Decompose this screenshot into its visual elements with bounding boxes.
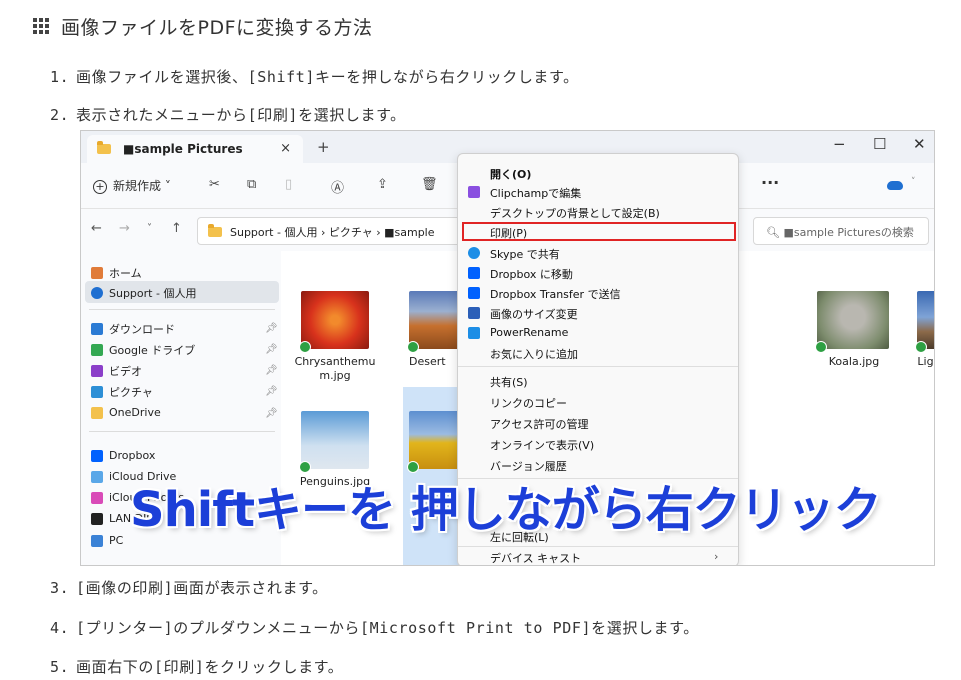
sidebar-item-pictures[interactable]: ピクチャ <box>91 384 153 400</box>
menu-item-cast[interactable]: デバイス キャスト <box>490 550 581 565</box>
menu-item-resize[interactable]: 画像のサイズ変更 <box>490 306 578 322</box>
section-heading-text: 画像ファイルをPDFに変換する方法 <box>61 16 373 39</box>
folder-icon <box>97 141 111 154</box>
cut-icon[interactable]: ✂ <box>209 177 220 192</box>
new-tab-button[interactable]: + <box>317 138 330 156</box>
more-options-button[interactable]: ··· <box>761 173 779 192</box>
pin-icon: 📌︎ <box>265 344 278 355</box>
forward-icon[interactable]: → <box>119 221 130 236</box>
minimize-button[interactable]: − <box>833 135 846 153</box>
menu-item-open[interactable]: 開く(O) <box>490 166 531 182</box>
sidebar-item-dropbox[interactable]: Dropbox <box>91 449 155 462</box>
menu-item-copy-link[interactable]: リンクのコピー <box>490 395 567 411</box>
menu-item-set-background[interactable]: デスクトップの背景として設定(B) <box>490 205 660 221</box>
powerrename-icon <box>468 327 480 339</box>
file-thumbnail <box>817 291 889 349</box>
file-thumbnail <box>301 291 369 349</box>
pin-icon: 📌︎ <box>265 323 278 334</box>
grid-icon <box>33 17 50 35</box>
dropbox-icon <box>468 267 480 279</box>
pin-icon: 📌︎ <box>265 386 278 397</box>
close-button[interactable]: ✕ <box>913 135 926 153</box>
folder-icon <box>208 224 222 237</box>
sidebar-item-downloads[interactable]: ダウンロード <box>91 321 175 337</box>
delete-icon[interactable]: 🗑 <box>421 177 438 192</box>
menu-item-print[interactable]: 印刷(P) <box>490 225 527 241</box>
tab-sample-pictures[interactable]: ■sample Pictures × <box>87 135 303 163</box>
file-thumbnail <box>409 291 461 349</box>
sidebar-item-home[interactable]: ホーム <box>91 265 142 281</box>
sync-status-icon <box>815 341 827 353</box>
share-icon[interactable]: ⇪ <box>377 177 388 192</box>
search-input[interactable]: 🔍︎ ■sample Picturesの検索 <box>753 217 929 245</box>
tab-close-button[interactable]: × <box>280 141 291 156</box>
step-1: 1. 画像ファイルを選択後、[Shift]キーを押しながら右クリックします。 <box>50 68 579 86</box>
dropbox-icon <box>468 287 480 299</box>
menu-item-dropbox-transfer[interactable]: Dropbox Transfer で送信 <box>490 286 621 302</box>
sidebar-item-google-drive[interactable]: Google ドライブ <box>91 342 195 358</box>
menu-item-dropbox-move[interactable]: Dropbox に移動 <box>490 266 573 282</box>
onedrive-cloud-icon[interactable] <box>887 181 903 190</box>
copy-icon[interactable]: ⧉ <box>247 177 256 192</box>
paste-icon[interactable]: ▯ <box>285 177 292 192</box>
file-thumbnail <box>301 411 369 469</box>
maximize-button[interactable]: ☐ <box>873 135 886 153</box>
back-icon[interactable]: ← <box>91 221 102 236</box>
resize-icon <box>468 307 480 319</box>
menu-item-clipchamp[interactable]: Clipchampで編集 <box>490 185 581 201</box>
pin-icon: 📌︎ <box>265 408 278 419</box>
menu-item-favorite[interactable]: お気に入りに追加 <box>490 346 578 362</box>
sidebar-item-pc[interactable]: PC <box>91 534 123 547</box>
step-5: 5. 画面右下の[印刷]をクリックします。 <box>50 658 344 676</box>
menu-item-powerrename[interactable]: PowerRename <box>490 326 568 339</box>
skype-icon <box>468 247 480 259</box>
file-thumbnail <box>409 411 461 469</box>
step-4: 4. [プリンター]のプルダウンメニューから[Microsoft Print to… <box>50 619 699 637</box>
chevron-right-icon: › <box>714 550 719 563</box>
rename-icon[interactable]: Ⓐ <box>331 177 344 196</box>
menu-item-view-online[interactable]: オンラインで表示(V) <box>490 437 594 453</box>
sync-status-icon <box>407 341 419 353</box>
sidebar-item-onedrive[interactable]: OneDrive <box>91 406 161 419</box>
menu-item-manage-access[interactable]: アクセス許可の管理 <box>490 416 588 432</box>
address-bar[interactable]: Support - 個人用 › ピクチャ › ■sample <box>197 217 472 245</box>
sync-status-icon <box>299 341 311 353</box>
menu-item-skype[interactable]: Skype で共有 <box>490 246 560 262</box>
new-button[interactable]: + 新規作成 ˅ <box>93 177 171 194</box>
step-3: 3. [画像の印刷]画面が表示されます。 <box>50 579 328 597</box>
recent-chevron-icon[interactable]: ˅ <box>147 223 152 234</box>
step-2: 2. 表示されたメニューから[印刷]を選択します。 <box>50 106 406 124</box>
sidebar-item-videos[interactable]: ビデオ <box>91 363 142 379</box>
chevron-down-icon[interactable]: ˅ <box>911 177 916 187</box>
menu-item-share[interactable]: 共有(S) <box>490 374 528 390</box>
overlay-caption: Shiftキーを 押しながら右クリック <box>130 482 882 538</box>
sidebar-item-support[interactable]: Support - 個人用 <box>91 285 196 301</box>
up-icon[interactable]: ↑ <box>171 221 182 236</box>
sync-status-icon <box>915 341 927 353</box>
pin-icon: 📌︎ <box>265 365 278 376</box>
clipchamp-icon <box>468 186 480 198</box>
section-heading: 画像ファイルをPDFに変換する方法 <box>33 8 373 44</box>
